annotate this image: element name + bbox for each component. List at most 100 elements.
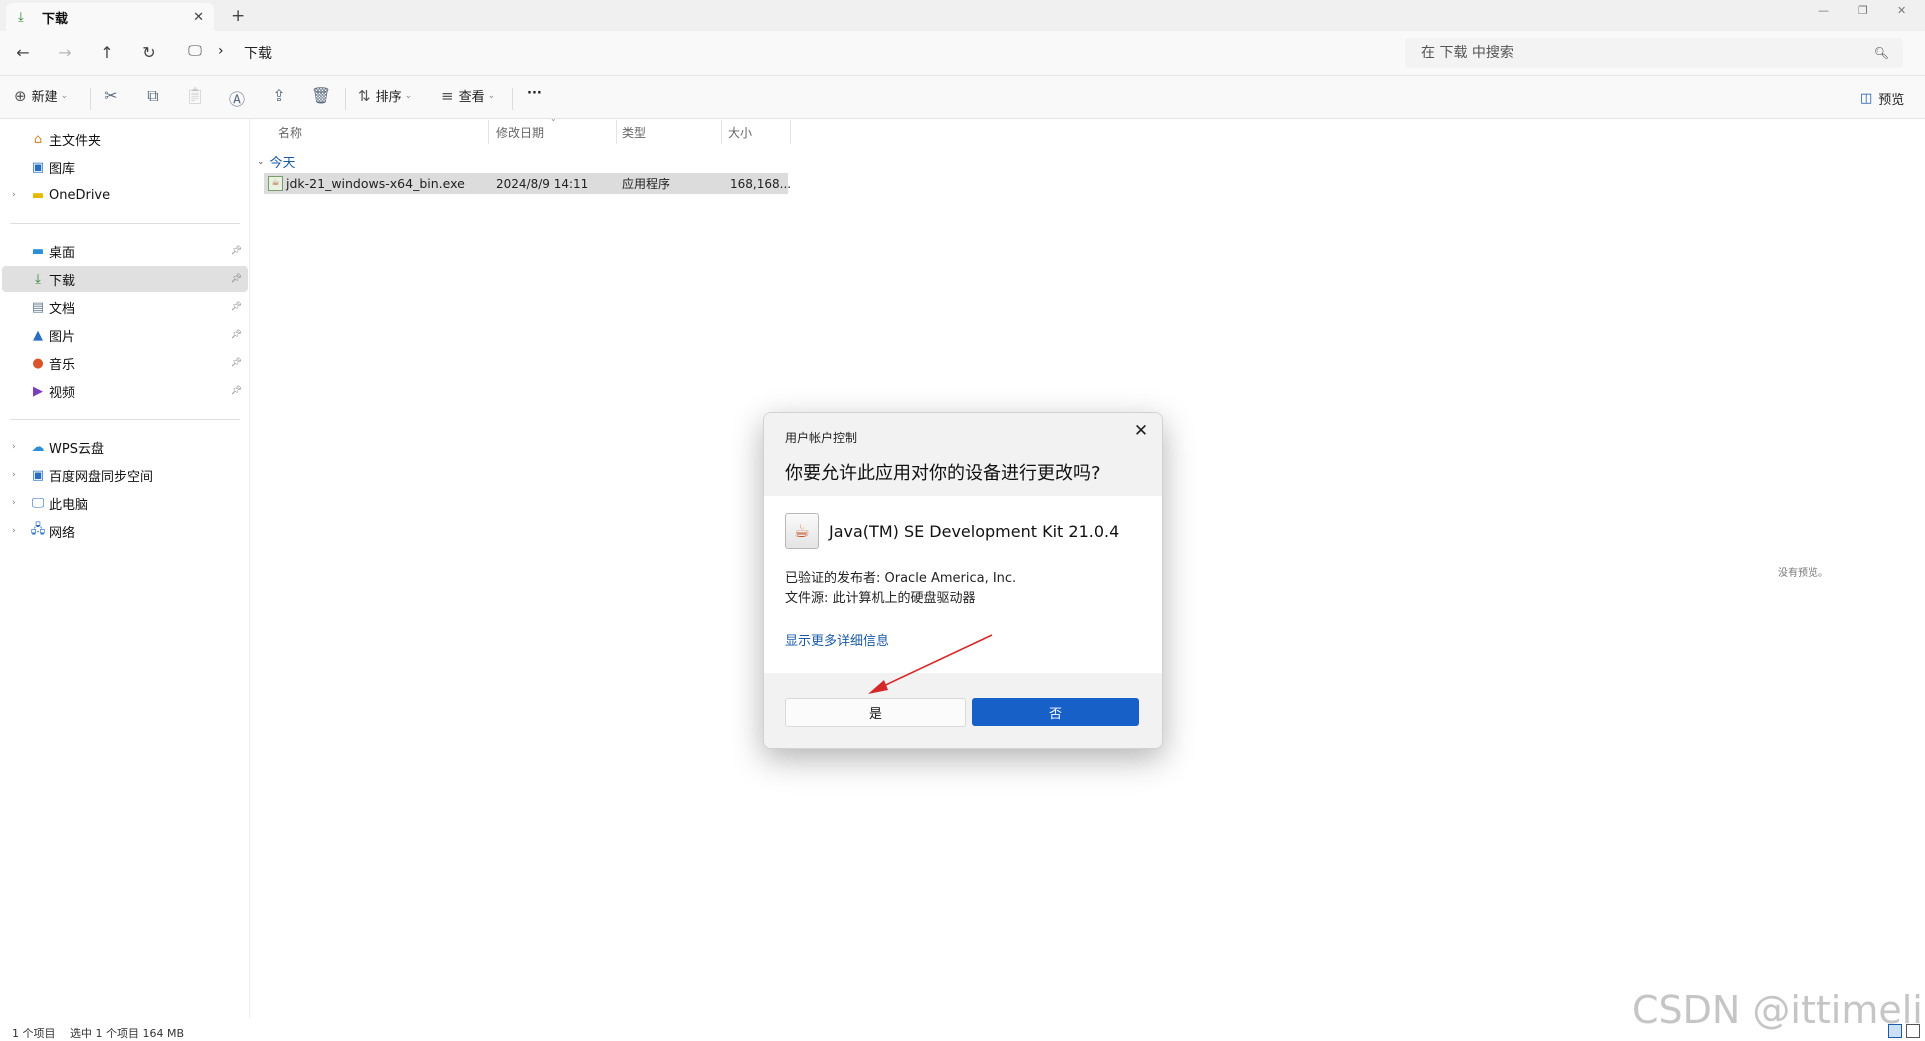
column-divider[interactable]	[616, 120, 617, 144]
close-window-icon[interactable]: ✕	[1897, 4, 1906, 17]
video-icon: ▶	[33, 383, 43, 399]
copy-icon[interactable]: ⧉	[142, 86, 164, 106]
pin-icon[interactable]: 📌︎	[231, 246, 242, 256]
more-options-button[interactable]: ···	[527, 86, 542, 101]
sidebar-item-home[interactable]: ⌂ 主文件夹	[2, 126, 248, 152]
sidebar-item-documents[interactable]: ▤ 文档 📌︎	[2, 294, 248, 320]
pin-icon[interactable]: 📌︎	[231, 330, 242, 340]
share-icon[interactable]: ⇪	[268, 86, 290, 105]
file-name: jdk-21_windows-x64_bin.exe	[286, 176, 465, 191]
sidebar-item-pictures[interactable]: ▲ 图片 📌︎	[2, 322, 248, 348]
pin-icon[interactable]: 📌︎	[231, 302, 242, 312]
up-icon[interactable]: ↑	[97, 43, 117, 62]
close-tab-icon[interactable]: ✕	[193, 10, 204, 25]
file-type: 应用程序	[622, 177, 671, 191]
sort-label: 排序	[375, 90, 402, 105]
group-header-today[interactable]: ⌄ 今天	[257, 152, 296, 171]
paste-icon[interactable]: 📋︎	[184, 86, 206, 105]
column-divider[interactable]	[721, 120, 722, 144]
forward-icon[interactable]: →	[55, 43, 75, 62]
chevron-down-icon: ⌄	[487, 90, 496, 101]
chevron-right-icon[interactable]: ›	[12, 190, 26, 200]
sidebar-item-desktop[interactable]: ▬ 桌面 📌︎	[2, 238, 248, 264]
sidebar-item-videos[interactable]: ▶ 视频 📌︎	[2, 378, 248, 404]
sidebar-item-gallery[interactable]: ▣ 图库	[2, 154, 248, 180]
column-header-size[interactable]: 大小	[728, 124, 752, 141]
search-icon[interactable]: 🔍︎	[1874, 46, 1889, 60]
chevron-down-icon: ⌄	[404, 90, 413, 101]
rename-icon[interactable]: Ⓐ	[226, 86, 248, 110]
exe-file-icon: ☕	[268, 176, 283, 191]
tab-downloads[interactable]: ⤓ 下载 ✕	[6, 3, 214, 31]
plus-circle-icon: ⊕	[14, 86, 27, 105]
cut-icon[interactable]: ✂	[100, 86, 122, 105]
chevron-down-icon: ⌄	[257, 156, 265, 167]
sidebar-item-network[interactable]: › 🖧 网络	[2, 518, 248, 544]
chevron-right-icon[interactable]: ›	[12, 526, 26, 536]
download-icon: ⤓	[35, 271, 41, 287]
column-divider[interactable]	[790, 120, 791, 144]
sidebar-item-this-pc[interactable]: › 🖵 此电脑	[2, 490, 248, 516]
folder-icon: ▬	[31, 187, 45, 203]
breadcrumb-separator: ›	[218, 43, 224, 59]
column-divider[interactable]	[488, 120, 489, 144]
pin-icon[interactable]: 📌︎	[231, 274, 242, 284]
title-bar	[0, 0, 1925, 31]
file-row[interactable]: ☕ jdk-21_windows-x64_bin.exe 2024/8/9 14…	[264, 173, 792, 194]
new-button[interactable]: ⊕ 新建 ⌄	[14, 86, 68, 106]
close-icon[interactable]: ✕	[1130, 421, 1152, 441]
breadcrumb-current[interactable]: 下载	[244, 43, 272, 63]
preview-button[interactable]: ◫ 预览	[1860, 89, 1904, 108]
view-button[interactable]: ≡ 查看 ⌄	[441, 86, 496, 106]
music-icon: ●	[32, 355, 44, 371]
download-icon: ⤓	[18, 9, 24, 25]
pictures-icon: ▲	[33, 327, 43, 343]
delete-icon[interactable]: 🗑︎	[310, 86, 332, 105]
restore-icon[interactable]: ❐	[1858, 4, 1868, 17]
minimize-icon[interactable]: —	[1818, 4, 1829, 17]
sidebar-item-baidu-drive[interactable]: › ▣ 百度网盘同步空间	[2, 462, 248, 488]
back-icon[interactable]: ←	[13, 43, 33, 62]
dialog-question: 你要允许此应用对你的设备进行更改吗?	[785, 463, 1101, 484]
chevron-right-icon[interactable]: ›	[12, 498, 26, 508]
app-name: Java(TM) SE Development Kit 21.0.4	[829, 521, 1120, 541]
computer-icon[interactable]: 🖵	[185, 43, 205, 59]
pane-splitter[interactable]	[249, 118, 250, 1018]
divider	[345, 88, 346, 110]
pin-icon[interactable]: 📌︎	[231, 386, 242, 396]
sidebar-item-music[interactable]: ● 音乐 📌︎	[2, 350, 248, 376]
no-preview-text: 没有预览。	[1778, 568, 1828, 579]
file-modified: 2024/8/9 14:11	[496, 176, 589, 191]
sidebar-item-downloads[interactable]: ⤓ 下载 📌︎	[2, 266, 248, 292]
pin-icon[interactable]: 📌︎	[231, 358, 242, 368]
view-label: 查看	[458, 90, 485, 105]
column-header-date[interactable]: 修改日期	[496, 124, 544, 141]
search-input[interactable]	[1419, 44, 1874, 62]
new-tab-button[interactable]: +	[231, 6, 245, 26]
baidu-drive-icon: ▣	[31, 467, 45, 483]
column-header-type[interactable]: 类型	[622, 124, 646, 141]
sidebar-item-wps-cloud[interactable]: › ☁ WPS云盘	[2, 434, 248, 460]
arrow-shaft	[874, 634, 993, 691]
watermark: CSDN @ittimeline	[1632, 988, 1925, 1032]
tab-label: 下载	[42, 11, 69, 27]
column-header-name[interactable]: 名称	[278, 124, 302, 141]
view-list-icon: ≡	[441, 86, 454, 105]
yes-button[interactable]: 是	[785, 698, 966, 727]
refresh-icon[interactable]: ↻	[139, 43, 159, 62]
chevron-right-icon[interactable]: ›	[12, 442, 26, 452]
sidebar-divider	[10, 223, 240, 224]
sidebar-item-onedrive[interactable]: › ▬ OneDrive	[2, 182, 248, 208]
dialog-title: 用户帐户控制	[785, 431, 858, 445]
network-icon: 🖧	[30, 522, 46, 537]
new-label: 新建	[31, 90, 58, 105]
sort-icon: ⇅	[358, 86, 371, 105]
uac-dialog: 用户帐户控制 ✕ 你要允许此应用对你的设备进行更改吗? ☕ Java(TM) S…	[763, 412, 1163, 749]
file-size: 168,168...	[730, 176, 792, 191]
sort-button[interactable]: ⇅ 排序 ⌄	[358, 86, 413, 106]
computer-icon: 🖵	[31, 495, 45, 511]
search-box[interactable]: 🔍︎	[1405, 38, 1903, 68]
chevron-right-icon[interactable]: ›	[12, 470, 26, 480]
no-button[interactable]: 否	[972, 698, 1139, 726]
status-selection: 选中 1 个项目 164 MB	[70, 1027, 185, 1040]
